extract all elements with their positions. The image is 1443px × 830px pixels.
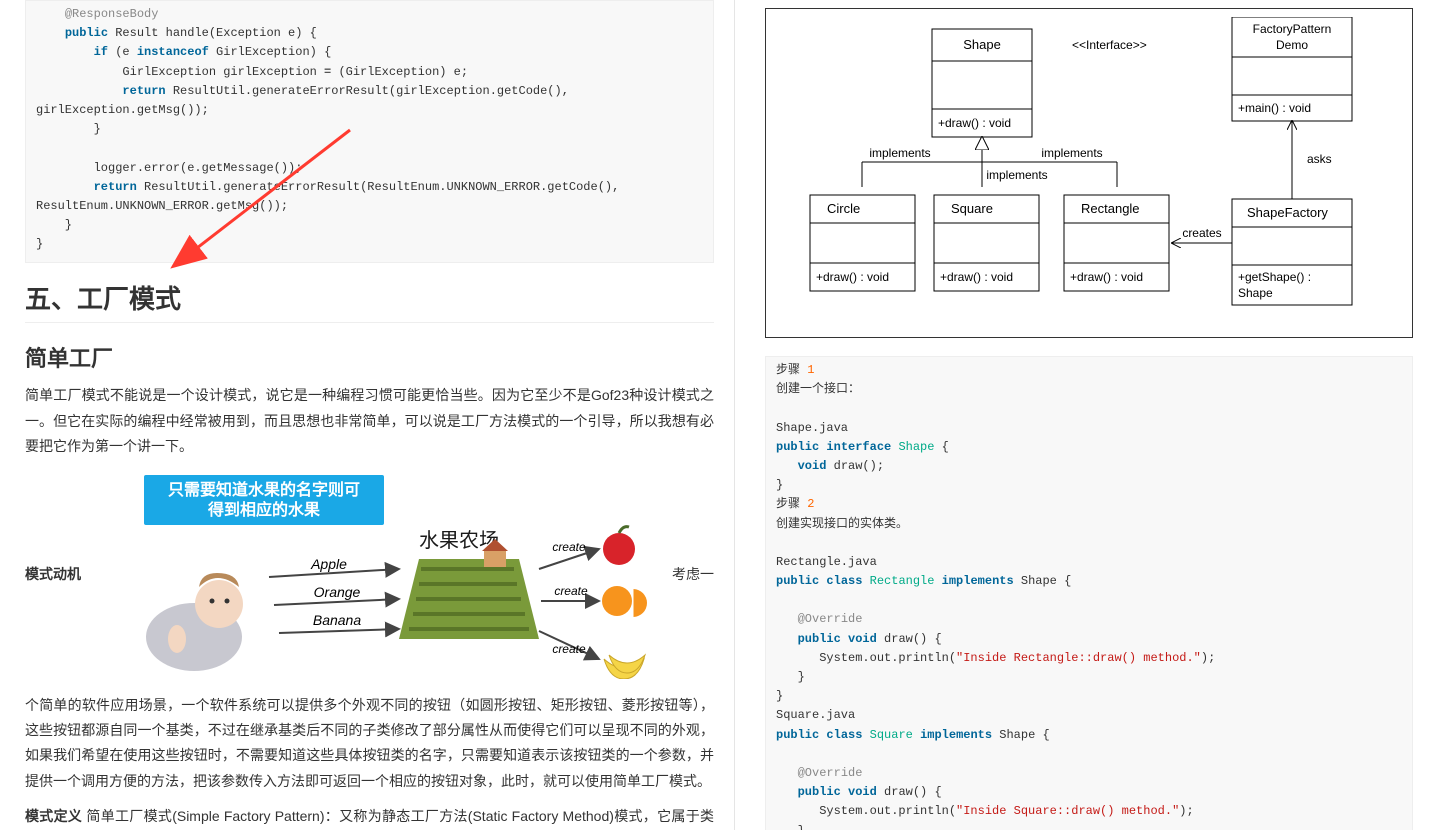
- section-heading: 五、工厂模式: [25, 279, 714, 323]
- orange-label: Orange: [314, 584, 361, 600]
- farm-icon: [399, 539, 539, 639]
- fruit-factory-diagram: 只需要知道水果的名字则可 得到相应的水果 水果农场: [89, 469, 664, 679]
- svg-text:Circle: Circle: [827, 201, 860, 216]
- svg-text:Rectangle: Rectangle: [1081, 201, 1140, 216]
- svg-text:Square: Square: [951, 201, 993, 216]
- uml-shape-box: Shape +draw() : void <<Interface>>: [932, 29, 1147, 137]
- apple-label: Apple: [310, 556, 347, 572]
- svg-text:implements: implements: [986, 168, 1047, 182]
- create-3: create: [552, 642, 586, 656]
- scenario-paragraph: 个简单的软件应用场景，一个软件系统可以提供多个外观不同的按钮（如圆形按钮、矩形按…: [25, 693, 714, 794]
- right-column: Shape +draw() : void <<Interface>> imple…: [735, 0, 1443, 830]
- svg-text:+getShape() :: +getShape() :: [1238, 270, 1311, 284]
- svg-text:asks: asks: [1307, 152, 1332, 166]
- create-1: create: [552, 540, 586, 554]
- svg-text:+draw() : void: +draw() : void: [816, 270, 889, 284]
- baby-icon: [146, 573, 243, 671]
- banana-icon: [604, 655, 645, 679]
- apple-icon: [603, 527, 635, 565]
- definition-text: 简单工厂模式(Simple Factory Pattern)：又称为静态工厂方法…: [25, 808, 714, 830]
- after-label: 考虑一: [672, 564, 714, 584]
- motivation-row: 模式动机 只需要知道水果的名字则可 得到相应的水果 水果农场: [25, 469, 714, 679]
- create-2: create: [554, 584, 588, 598]
- uml-circle-box: Circle +draw() : void: [810, 195, 915, 291]
- definition-paragraph: 模式定义 简单工厂模式(Simple Factory Pattern)：又称为静…: [25, 804, 714, 830]
- banner-line1: 只需要知道水果的名字则可: [168, 480, 360, 499]
- subsection-heading: 简单工厂: [25, 341, 714, 373]
- uml-diagram: Shape +draw() : void <<Interface>> imple…: [772, 17, 1392, 327]
- svg-text:Shape: Shape: [1238, 286, 1273, 300]
- uml-diagram-frame: Shape +draw() : void <<Interface>> imple…: [765, 8, 1413, 338]
- svg-text:implements: implements: [1041, 146, 1102, 160]
- svg-text:ShapeFactory: ShapeFactory: [1247, 205, 1328, 220]
- uml-demo-box: FactoryPattern Demo +main() : void: [1232, 17, 1352, 121]
- svg-text:+main() : void: +main() : void: [1238, 101, 1311, 115]
- svg-text:FactoryPattern: FactoryPattern: [1253, 22, 1332, 36]
- intro-paragraph: 简单工厂模式不能说是一个设计模式，说它是一种编程习惯可能更恰当些。因为它至少不是…: [25, 383, 714, 459]
- orange-icon: [602, 586, 647, 617]
- uml-rectangle-box: Rectangle +draw() : void: [1064, 195, 1169, 291]
- svg-text:<<Interface>>: <<Interface>>: [1072, 38, 1147, 52]
- exception-handler-code: @ResponseBody public Result handle(Excep…: [25, 0, 714, 263]
- svg-text:+draw() : void: +draw() : void: [940, 270, 1013, 284]
- banner-line2: 得到相应的水果: [207, 500, 320, 519]
- right-code-block: 步骤 1 创建一个接口： Shape.java public interface…: [765, 356, 1413, 830]
- uml-factory-box: ShapeFactory +getShape() : Shape: [1232, 199, 1352, 305]
- svg-text:Shape: Shape: [963, 37, 1001, 52]
- svg-text:implements: implements: [869, 146, 930, 160]
- definition-bold: 模式定义: [25, 808, 82, 824]
- svg-text:Demo: Demo: [1276, 38, 1308, 52]
- svg-text:creates: creates: [1182, 226, 1221, 240]
- uml-square-box: Square +draw() : void: [934, 195, 1039, 291]
- motivation-label: 模式动机: [25, 564, 81, 584]
- svg-text:+draw() : void: +draw() : void: [938, 116, 1011, 130]
- svg-text:+draw() : void: +draw() : void: [1070, 270, 1143, 284]
- banana-label: Banana: [313, 612, 361, 628]
- left-column: @ResponseBody public Result handle(Excep…: [0, 0, 735, 830]
